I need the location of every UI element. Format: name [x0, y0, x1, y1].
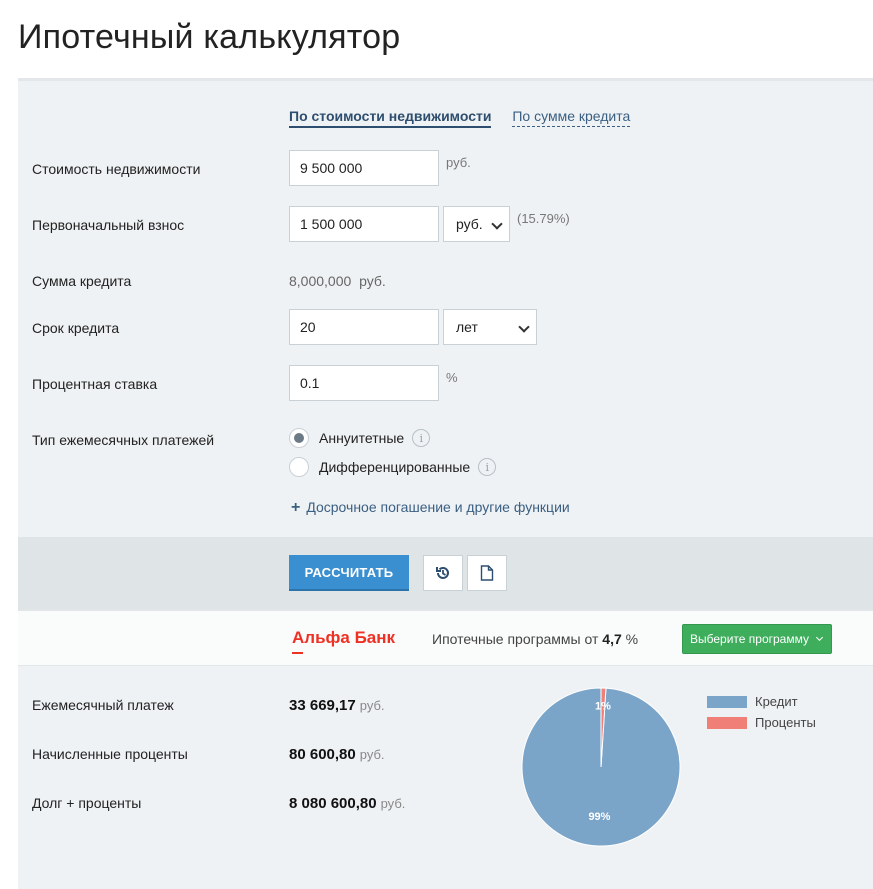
document-icon — [480, 565, 494, 581]
calculator-form: По стоимости недвижимости По сумме креди… — [18, 78, 873, 537]
info-icon[interactable]: i — [412, 429, 431, 447]
chevron-down-icon — [491, 218, 503, 230]
radio-differentiated-label: Дифференцированные — [319, 459, 471, 475]
loan-amount-value: 8,000,000 руб. — [289, 273, 386, 289]
chart-legend: Кредит Проценты — [707, 694, 816, 736]
term-input[interactable]: 20 — [289, 309, 439, 345]
total-value: 8 080 600,80 руб. — [289, 795, 406, 812]
radio-differentiated[interactable]: Дифференцированные i — [289, 457, 497, 477]
plus-icon: + — [291, 499, 301, 516]
interest-total-label: Начисленные проценты — [32, 746, 188, 762]
down-payment-label: Первоначальный взнос — [32, 217, 185, 233]
bank-promo: Альфа Банк Ипотечные программы от 4,7 % … — [18, 610, 873, 666]
loan-amount-label: Сумма кредита — [32, 273, 132, 289]
results-panel: Ежемесячный платеж 33 669,17 руб. Начисле… — [18, 666, 873, 889]
term-unit-value: лет — [456, 319, 478, 335]
down-payment-unit-value: руб. — [456, 216, 483, 232]
down-payment-unit-select[interactable]: руб. — [443, 206, 510, 242]
total-label: Долг + проценты — [32, 795, 142, 811]
action-bar: РАССЧИТАТЬ — [18, 537, 873, 610]
chevron-down-icon — [815, 633, 824, 642]
radio-annuity-control[interactable] — [289, 428, 309, 448]
payment-type-label: Тип ежемесячных платежей — [32, 432, 215, 448]
monthly-payment-value: 33 669,17 руб. — [289, 697, 385, 714]
history-icon — [436, 566, 449, 579]
rate-label: Процентная ставка — [32, 376, 158, 392]
radio-annuity-label: Аннуитетные — [319, 430, 405, 446]
property-cost-input[interactable]: 9 500 000 — [289, 150, 439, 186]
legend-item-credit: Кредит — [707, 694, 816, 709]
monthly-payment-label: Ежемесячный платеж — [32, 697, 174, 713]
property-cost-label: Стоимость недвижимости — [32, 161, 201, 177]
page-title: Ипотечный калькулятор — [18, 18, 401, 56]
choose-program-button[interactable]: Выберите программу — [682, 624, 832, 654]
down-payment-percent: (15.79%) — [517, 211, 570, 226]
term-label: Срок кредита — [32, 320, 120, 336]
tab-by-loan-amount[interactable]: По сумме кредита — [512, 108, 631, 127]
export-button[interactable] — [467, 555, 507, 591]
radio-differentiated-control[interactable] — [289, 457, 309, 477]
pie-label-1: 1% — [595, 700, 611, 712]
down-payment-input[interactable]: 1 500 000 — [289, 206, 439, 242]
alfa-bank-logo[interactable]: Альфа Банк — [292, 628, 395, 654]
mode-tabs: По стоимости недвижимости По сумме креди… — [289, 108, 647, 128]
legend-swatch-interest — [707, 716, 747, 729]
promo-rate: 4,7 — [602, 631, 622, 647]
tab-by-property-cost[interactable]: По стоимости недвижимости — [289, 108, 492, 128]
legend-swatch-credit — [707, 695, 747, 708]
interest-total-value: 80 600,80 руб. — [289, 746, 385, 763]
pie-label-0: 99% — [588, 811, 610, 823]
chevron-down-icon — [518, 321, 530, 333]
payment-pie-chart: 99% 1% — [521, 687, 681, 847]
reset-button[interactable] — [423, 555, 463, 591]
legend-item-interest: Проценты — [707, 715, 816, 730]
term-unit-select[interactable]: лет — [443, 309, 537, 345]
info-icon[interactable]: i — [478, 458, 497, 476]
property-cost-unit: руб. — [446, 155, 471, 170]
logo-underline — [292, 652, 303, 654]
calculate-button[interactable]: РАССЧИТАТЬ — [289, 555, 409, 591]
radio-annuity[interactable]: Аннуитетные i — [289, 428, 431, 448]
extra-functions-link[interactable]: + Досрочное погашение и другие функции — [291, 499, 570, 517]
rate-unit: % — [446, 370, 458, 385]
promo-text: Ипотечные программы от 4,7 % — [432, 631, 639, 647]
rate-input[interactable]: 0.1 — [289, 365, 439, 401]
